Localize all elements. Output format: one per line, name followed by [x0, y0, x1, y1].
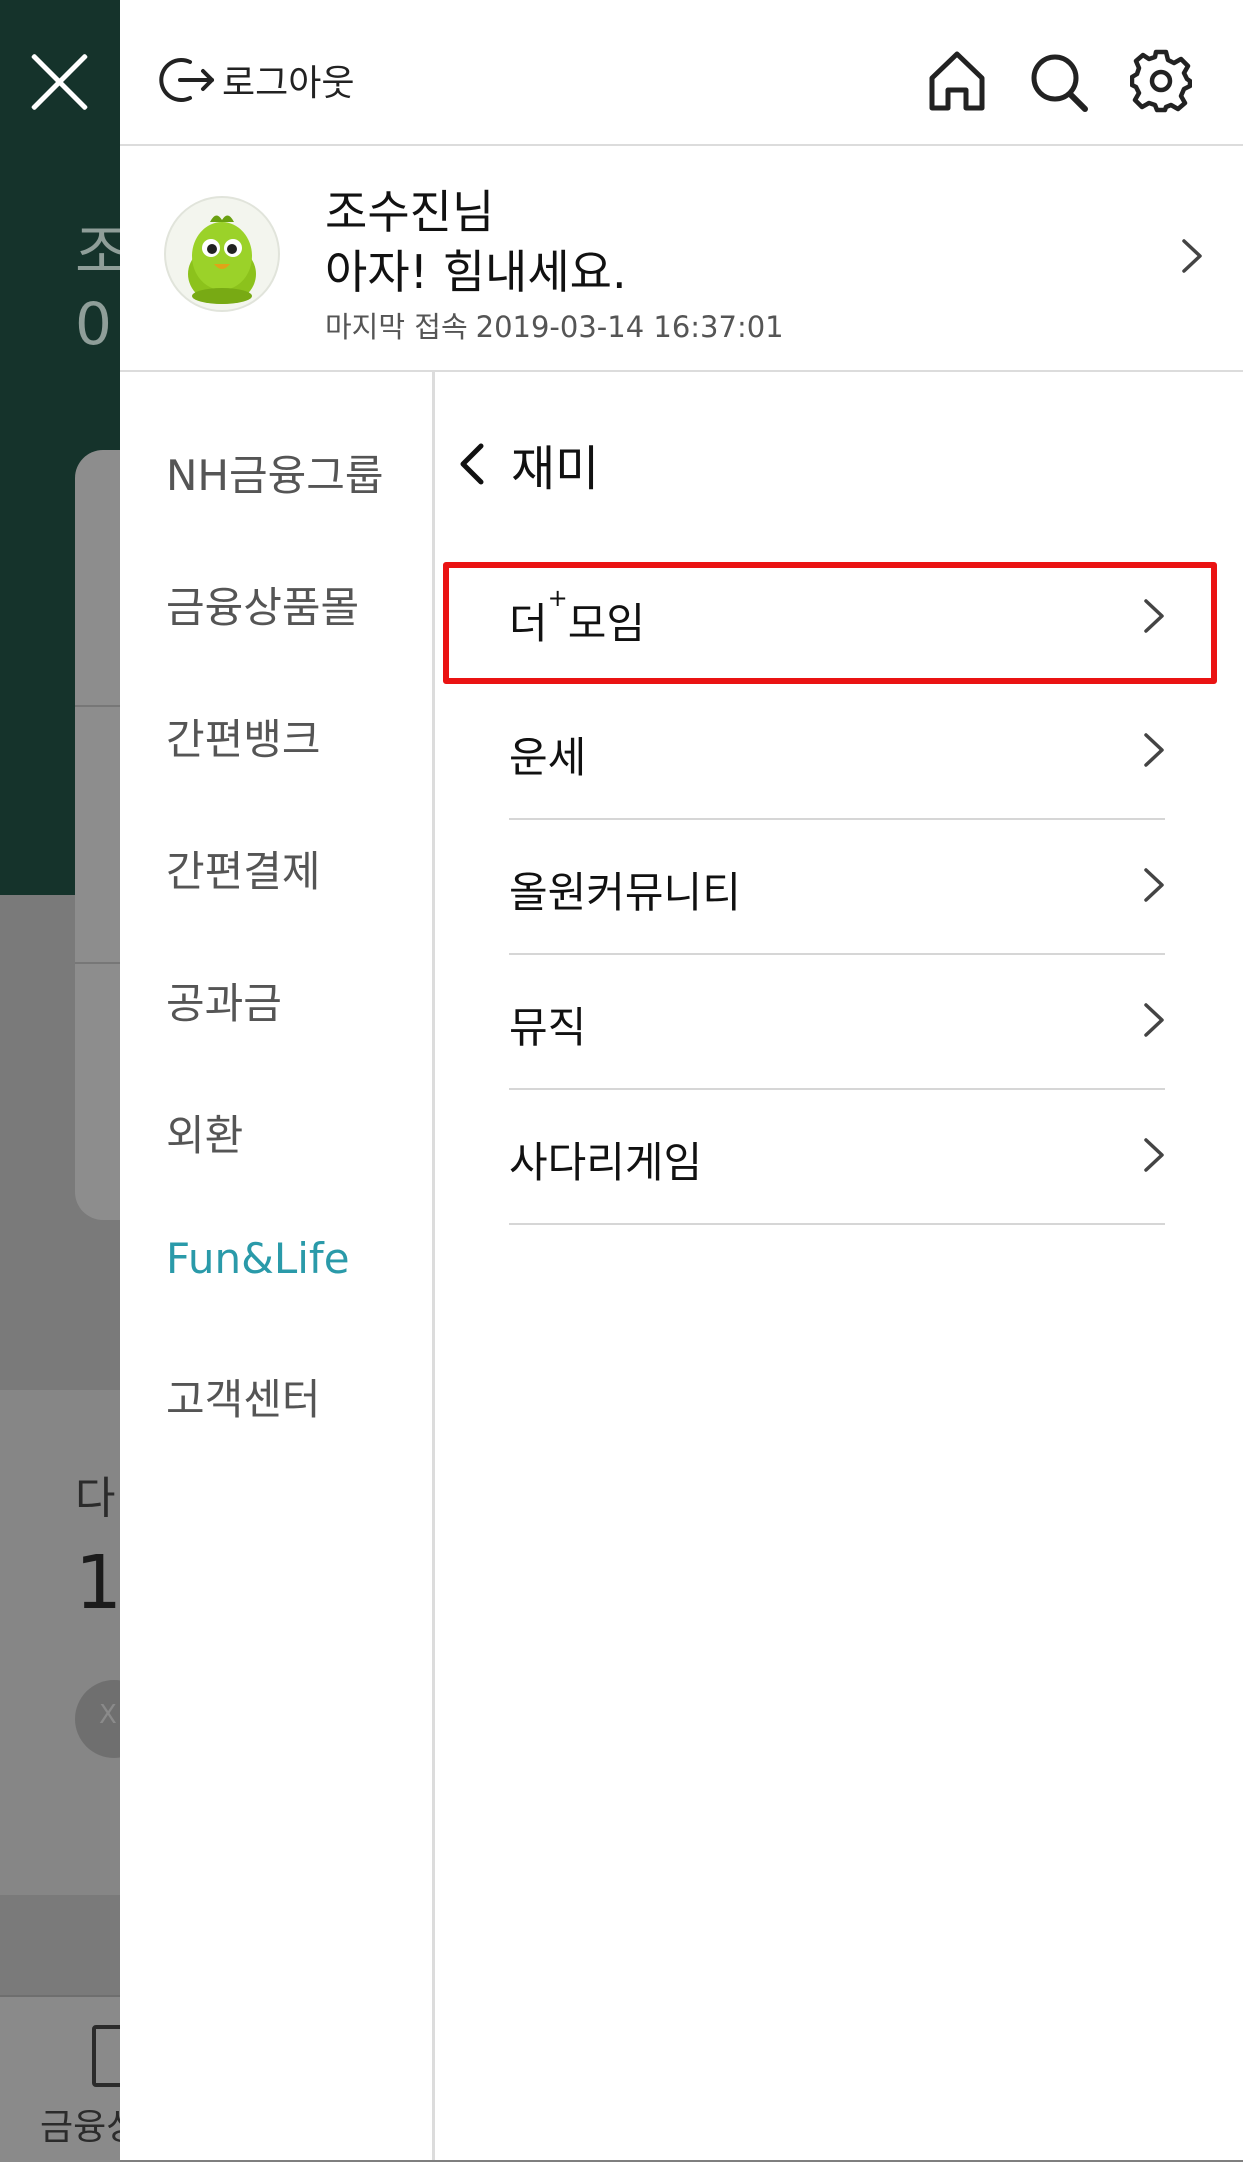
- last-login-value: 2019-03-14 16:37:01: [475, 310, 784, 344]
- category-easy-pay[interactable]: 간편결제: [166, 838, 321, 899]
- chevron-right-icon: [1143, 867, 1165, 903]
- chevron-right-icon: [1143, 1137, 1165, 1173]
- label-sup: +: [547, 584, 568, 612]
- background-text: 1: [75, 1540, 123, 1626]
- submenu-item-allone-community[interactable]: 올원커뮤니티: [509, 819, 1165, 955]
- submenu-title: 재미: [511, 441, 600, 497]
- chevron-right-icon: [1143, 1002, 1165, 1038]
- search-button[interactable]: [1028, 48, 1090, 114]
- home-icon: [929, 51, 985, 111]
- label-rest: 모임: [567, 599, 646, 648]
- submenu-item-fortune[interactable]: 운세: [509, 684, 1165, 820]
- logout-label: 로그아웃: [222, 63, 355, 104]
- settings-icon: [1129, 49, 1193, 113]
- chevron-right-icon: [1181, 238, 1203, 274]
- submenu-item-the-plus-moim[interactable]: 더+모임: [509, 550, 1165, 684]
- profile-message: 아자! 힘내세요.: [325, 245, 627, 299]
- logout-icon: [159, 58, 214, 102]
- label-main: 더: [509, 599, 548, 648]
- background-text: 0: [75, 290, 112, 358]
- submenu-item-label: 뮤직: [509, 1003, 587, 1052]
- search-icon: [1031, 54, 1088, 112]
- mascot-avatar-icon: [188, 215, 256, 304]
- profile-card[interactable]: 조수진님 아자! 힘내세요. 마지막 접속 2019-03-14 16:37:01: [120, 146, 1243, 372]
- side-drawer: 로그아웃 조수진님 아자! 힘내세요. 마지막 접속 2019-03-14 16…: [120, 0, 1243, 2160]
- chevron-left-icon: [460, 443, 484, 485]
- category-product-mall[interactable]: 금융상품몰: [166, 574, 359, 635]
- submenu-item-label: 올원커뮤니티: [509, 868, 741, 917]
- background-circle-label: X: [99, 1700, 117, 1730]
- drawer-topbar: 로그아웃: [120, 0, 1243, 146]
- last-login-label: 마지막 접속: [325, 310, 468, 344]
- submenu-item-music[interactable]: 뮤직: [509, 954, 1165, 1090]
- chevron-right-icon: [1143, 732, 1165, 768]
- submenu-item-label: 더+모임: [509, 584, 646, 651]
- avatar: [164, 196, 280, 312]
- category-customer-center[interactable]: 고객센터: [166, 1366, 321, 1427]
- category-utility-bills[interactable]: 공과금: [166, 970, 282, 1031]
- category-nh-group[interactable]: NH금융그룹: [166, 442, 384, 503]
- close-menu-button[interactable]: [24, 46, 96, 118]
- submenu-item-label: 사다리게임: [509, 1138, 703, 1187]
- background-text: 다: [75, 1473, 116, 1524]
- category-fun-life[interactable]: Fun&Life: [166, 1234, 350, 1283]
- background-divider: [75, 962, 120, 964]
- home-button[interactable]: [926, 48, 988, 114]
- chevron-right-icon: [1143, 598, 1165, 634]
- category-nav: NH금융그룹 금융상품몰 간편뱅크 간편결제 공과금 외환 Fun&Life 고…: [120, 372, 435, 2160]
- profile-name: 조수진님: [325, 185, 495, 239]
- category-easy-bank[interactable]: 간편뱅크: [166, 706, 321, 767]
- submenu-item-label: 운세: [509, 733, 587, 782]
- settings-button[interactable]: [1129, 48, 1193, 114]
- background-divider: [75, 705, 120, 707]
- last-login: 마지막 접속 2019-03-14 16:37:01: [325, 304, 784, 346]
- submenu-back-button[interactable]: 재미: [455, 434, 599, 497]
- submenu-panel: 재미 더+모임 운세 올원커뮤니티 뮤직 사다리게임: [435, 372, 1243, 2160]
- submenu-item-ladder-game[interactable]: 사다리게임: [509, 1089, 1165, 1225]
- category-forex[interactable]: 외환: [166, 1102, 243, 1163]
- logout-button[interactable]: 로그아웃: [156, 52, 354, 108]
